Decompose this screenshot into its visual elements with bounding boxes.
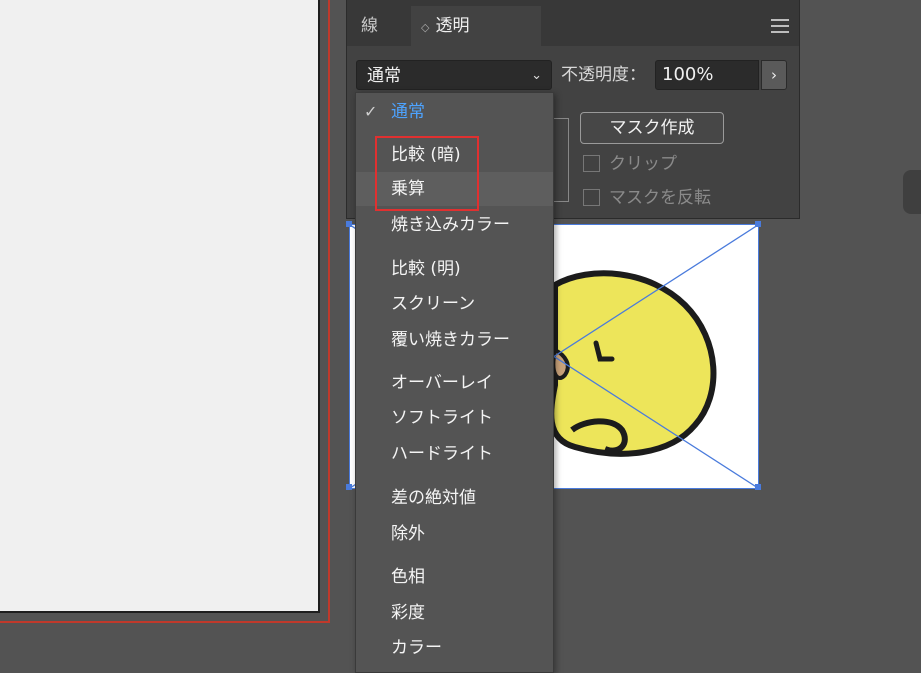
selection-handle[interactable] [755,221,761,227]
opacity-slider-button[interactable]: › [761,60,787,90]
blend-option-color-burn[interactable]: 焼き込みカラー [356,208,553,242]
checkmark-icon: ✓ [364,102,378,121]
option-label: カラー [391,638,442,658]
panel-menu-icon[interactable] [771,19,789,33]
tab-transparency[interactable]: ◇ 透明 [411,6,541,46]
option-label: 色相 [391,567,425,587]
option-label: 差の絶対値 [391,488,476,508]
clip-checkbox[interactable]: クリップ [583,152,677,176]
blend-option-darken[interactable]: 比較 (暗) [356,138,553,172]
option-label: スクリーン [391,294,476,314]
scroll-handle[interactable] [903,170,921,214]
blend-option-screen[interactable]: スクリーン [356,287,553,321]
option-label: 通常 [391,102,425,122]
bleed-guide-bottom [0,621,330,623]
option-label: オーバーレイ [391,373,493,393]
selection-handle[interactable] [755,484,761,490]
tab-transparency-label: 透明 [435,16,470,36]
tab-options-icon: ◇ [421,21,430,34]
blend-mode-select[interactable]: 通常 ⌄ [356,60,552,90]
option-label: ソフトライト [391,408,493,428]
bleed-guide-right [328,0,330,623]
blend-mode-dropdown: ✓ 通常 比較 (暗) 乗算 焼き込みカラー 比較 (明) スクリーン 覆い焼き… [355,92,554,673]
blend-mode-value: 通常 [367,66,401,86]
blend-option-normal[interactable]: ✓ 通常 [356,95,553,129]
blend-option-saturation[interactable]: 彩度 [356,596,553,630]
blend-option-exclusion[interactable]: 除外 [356,517,553,551]
blend-option-overlay[interactable]: オーバーレイ [356,366,553,400]
blend-option-color-dodge[interactable]: 覆い焼きカラー [356,323,553,357]
blend-option-multiply[interactable]: 乗算 [356,172,553,206]
tab-stroke[interactable]: 線 [361,6,378,46]
option-label: 比較 (明) [391,259,461,279]
blend-option-hue[interactable]: 色相 [356,560,553,594]
blend-option-color[interactable]: カラー [356,631,553,665]
opacity-input[interactable]: 100% [655,60,759,90]
option-label: 彩度 [391,603,425,623]
opacity-label: 不透明度： [561,65,646,85]
blend-option-soft-light[interactable]: ソフトライト [356,401,553,435]
option-label: 覆い焼きカラー [391,330,510,350]
option-label: ハードライト [391,444,493,464]
option-label: 除外 [391,524,425,544]
make-mask-button[interactable]: マスク作成 [580,112,724,144]
option-label: 焼き込みカラー [391,215,510,235]
checkbox-box [583,155,600,172]
panel-tab-row: 線 ◇ 透明 [347,6,799,46]
blend-option-lighten[interactable]: 比較 (明) [356,252,553,286]
blend-option-hard-light[interactable]: ハードライト [356,437,553,471]
clip-label: クリップ [609,154,677,174]
blend-option-difference[interactable]: 差の絶対値 [356,481,553,515]
selection-handle[interactable] [346,484,352,490]
selection-handle[interactable] [346,221,352,227]
invert-mask-label: マスクを反転 [609,188,711,208]
option-label: 乗算 [391,179,425,199]
chevron-down-icon: ⌄ [531,68,542,83]
invert-mask-checkbox[interactable]: マスクを反転 [583,186,711,210]
option-label: 比較 (暗) [391,145,461,165]
checkbox-box [583,189,600,206]
tab-stroke-label: 線 [361,16,378,36]
artboard [0,0,320,613]
